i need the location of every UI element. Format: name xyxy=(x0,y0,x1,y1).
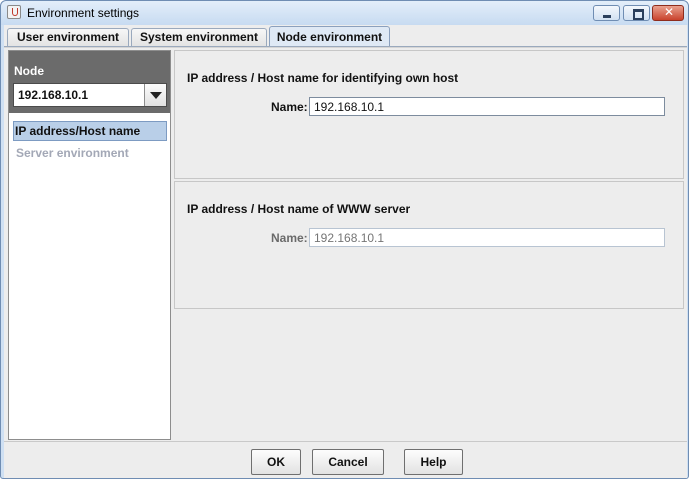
www-server-section: IP address / Host name of WWW server Nam… xyxy=(174,181,684,309)
ok-button[interactable]: OK xyxy=(251,449,301,475)
title-bar[interactable]: Environment settings ✕ xyxy=(1,1,688,25)
dialog-body: User environment System environment Node… xyxy=(4,25,687,478)
www-server-section-title: IP address / Host name of WWW server xyxy=(187,202,411,216)
help-button[interactable]: Help xyxy=(404,449,463,475)
java-icon xyxy=(7,5,21,19)
node-environment-panel: Node 192.168.10.1 IP address/Host name S… xyxy=(4,47,687,441)
nav-item-ip-address-host-name[interactable]: IP address/Host name xyxy=(13,121,167,141)
node-dropdown[interactable]: 192.168.10.1 xyxy=(13,83,167,107)
minimize-button[interactable] xyxy=(593,5,620,21)
nav-item-server-environment[interactable]: Server environment xyxy=(12,143,167,163)
window-title: Environment settings xyxy=(27,6,140,20)
own-host-section-title: IP address / Host name for identifying o… xyxy=(187,71,459,85)
close-button[interactable]: ✕ xyxy=(652,5,684,21)
node-sidebar: Node 192.168.10.1 IP address/Host name S… xyxy=(8,50,171,440)
minimize-icon xyxy=(603,15,611,18)
dropdown-button[interactable] xyxy=(144,84,166,106)
www-server-name-input[interactable] xyxy=(309,228,665,247)
close-icon: ✕ xyxy=(664,5,675,19)
www-server-name-label: Name: xyxy=(271,231,308,245)
environment-settings-window: Environment settings ✕ User environment … xyxy=(0,0,689,479)
maximize-button[interactable] xyxy=(623,5,650,21)
maximize-icon xyxy=(633,9,644,20)
node-label: Node xyxy=(14,64,44,78)
own-host-name-input[interactable] xyxy=(309,97,665,116)
node-header: Node 192.168.10.1 xyxy=(9,51,170,113)
own-host-name-label: Name: xyxy=(271,100,308,114)
settings-nav-list: IP address/Host name Server environment xyxy=(9,121,170,165)
tab-user-environment[interactable]: User environment xyxy=(7,28,129,47)
node-dropdown-value: 192.168.10.1 xyxy=(18,88,89,102)
chevron-down-icon xyxy=(150,92,162,99)
own-host-section: IP address / Host name for identifying o… xyxy=(174,50,684,179)
cancel-button[interactable]: Cancel xyxy=(312,449,384,475)
tab-system-environment[interactable]: System environment xyxy=(131,28,267,47)
tab-node-environment[interactable]: Node environment xyxy=(269,26,390,47)
button-bar: OK Cancel Help xyxy=(4,441,687,478)
